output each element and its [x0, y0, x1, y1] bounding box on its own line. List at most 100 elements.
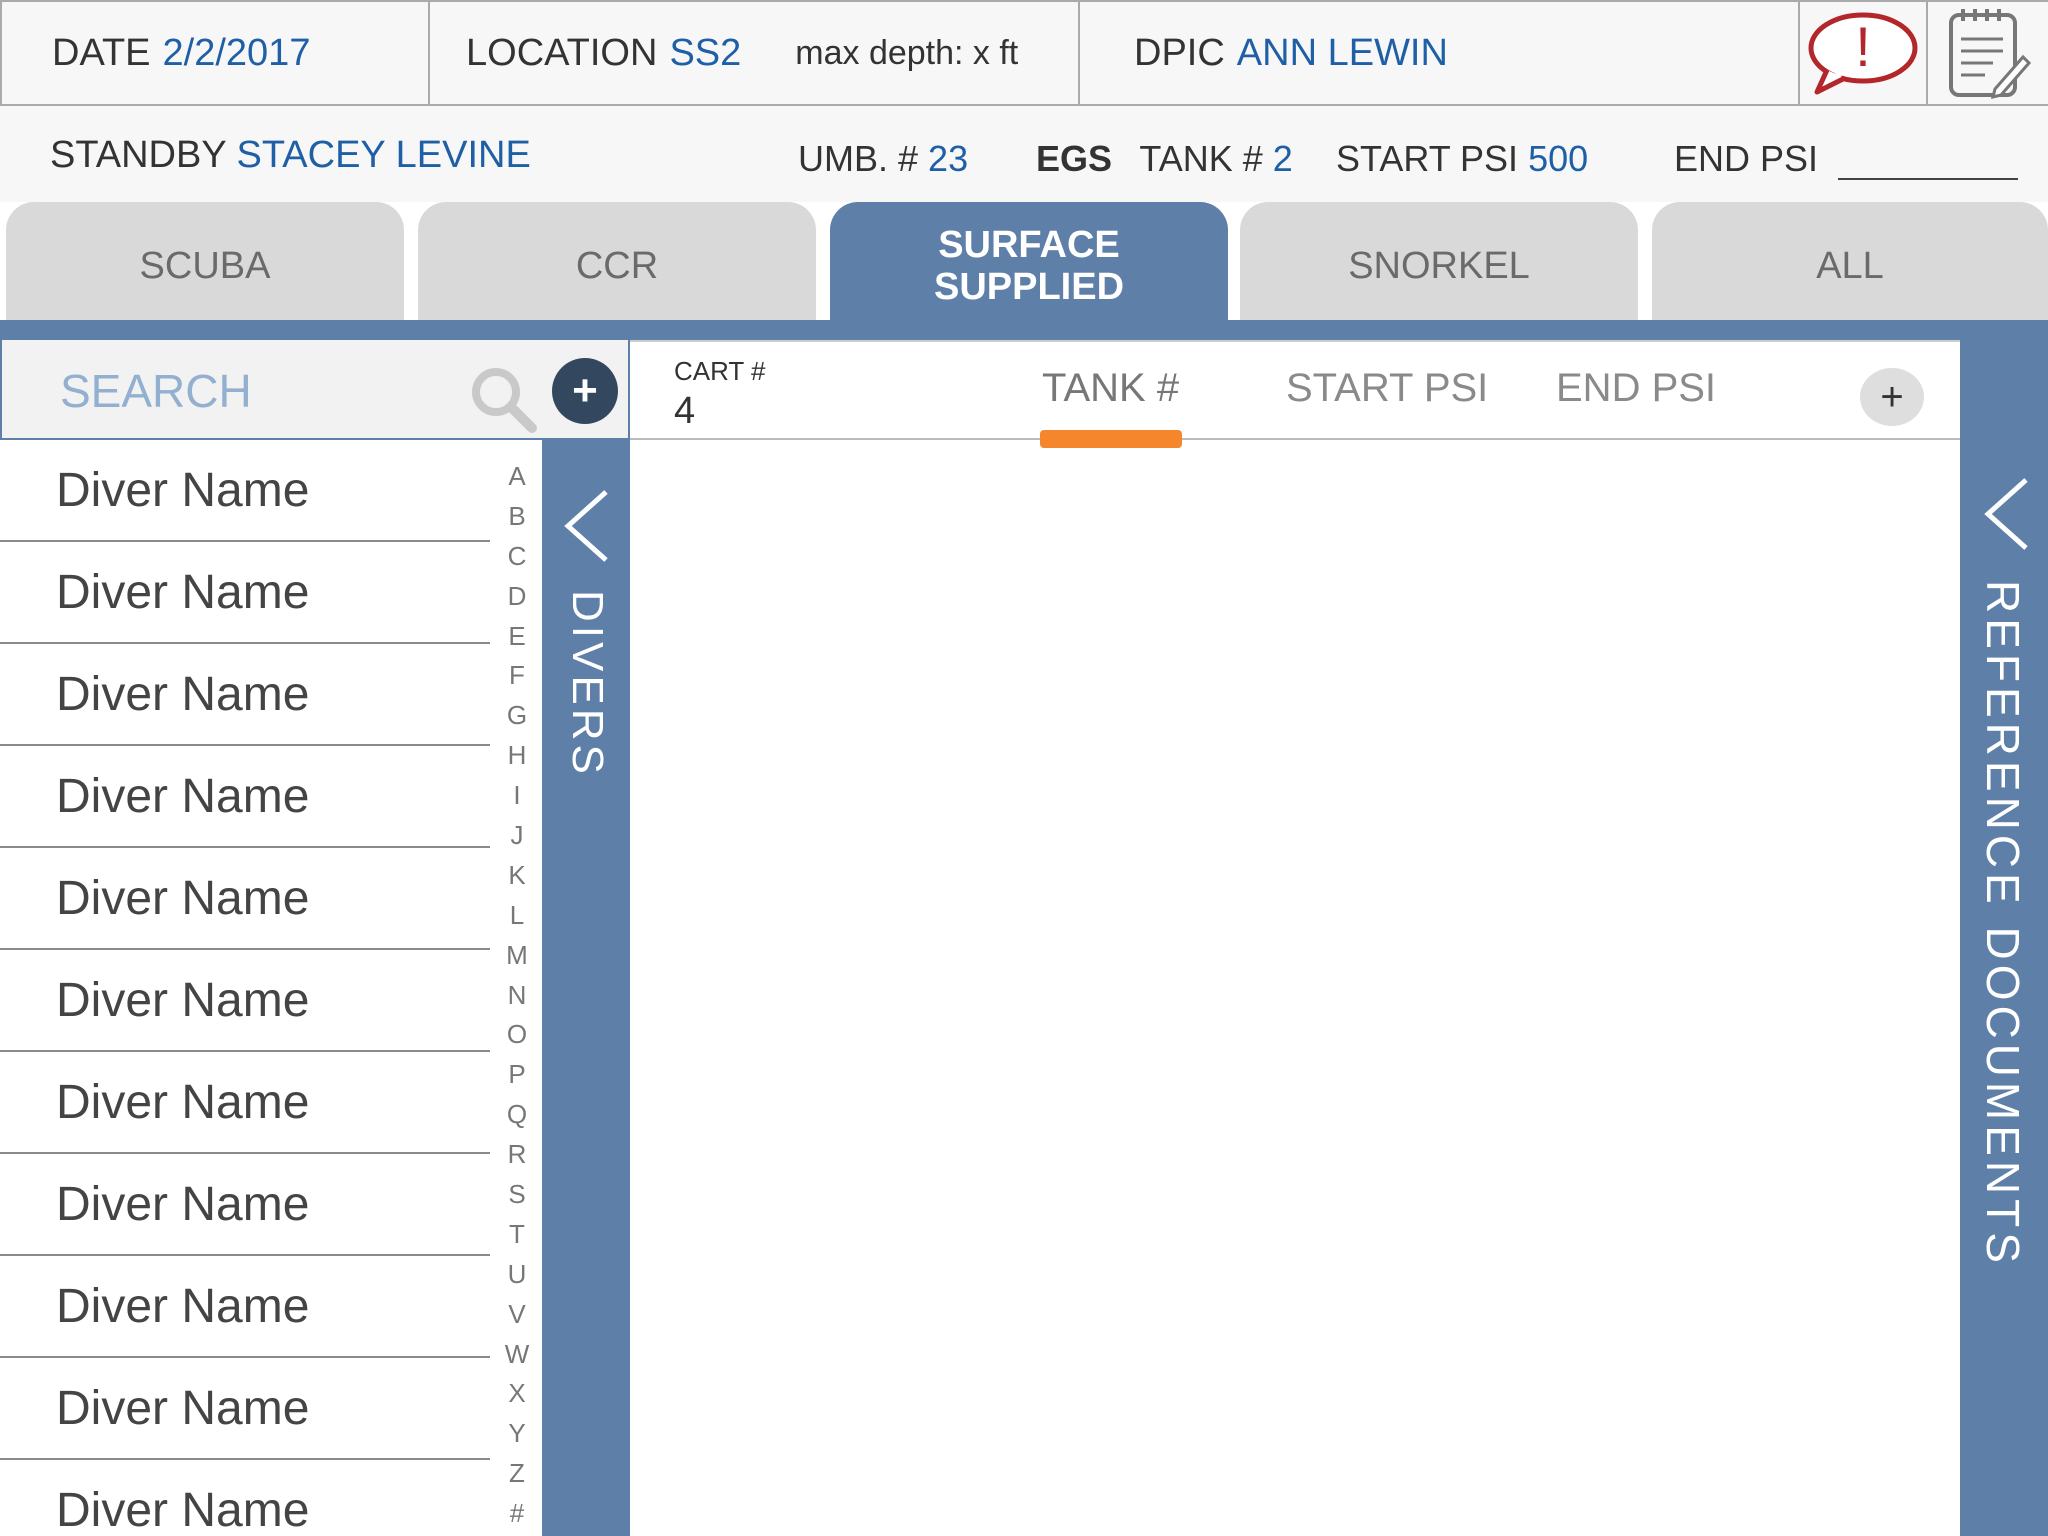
tab-label-line1: SURFACE — [938, 224, 1120, 266]
column-start-psi[interactable]: START PSI — [1286, 366, 1488, 411]
alphabet-letter[interactable]: H — [508, 735, 527, 775]
plus-icon: + — [572, 366, 598, 415]
diver-list-item[interactable]: Diver Name — [0, 848, 490, 950]
tab-label: SNORKEL — [1348, 244, 1530, 287]
add-tank-row-button[interactable]: + — [1860, 368, 1924, 426]
alphabet-letter[interactable]: T — [509, 1214, 525, 1254]
alphabet-letter[interactable]: X — [508, 1373, 525, 1413]
dive-details-row: STANDBY STACEY LEVINE UMB. # 23 EGS TANK… — [0, 106, 2048, 202]
alphabet-letter[interactable]: R — [508, 1134, 527, 1174]
diver-name: Diver Name — [56, 667, 310, 721]
alphabet-letter[interactable]: O — [507, 1014, 527, 1054]
alphabet-letter[interactable]: S — [508, 1174, 525, 1214]
dpic-value[interactable]: ANN LEWIN — [1237, 32, 1448, 75]
notepad-edit-icon — [1949, 9, 2031, 100]
tank-value[interactable]: 2 — [1273, 138, 1293, 179]
egs-label: EGS — [1036, 138, 1113, 179]
date-cell: DATE 2/2/2017 — [0, 2, 430, 104]
dpic-label: DPIC — [1134, 31, 1225, 74]
diver-name: Diver Name — [56, 565, 310, 619]
alphabet-letter[interactable]: C — [508, 536, 527, 576]
alphabet-letter[interactable]: # — [510, 1493, 524, 1533]
divers-panel-label: DIVERS — [563, 590, 612, 778]
standby-label: STANDBY — [50, 134, 226, 176]
notes-button[interactable] — [1928, 2, 2048, 104]
alphabet-letter[interactable]: Q — [507, 1094, 527, 1134]
dive-type-tabs: SCUBA CCR SURFACE SUPPLIED SNORKEL ALL — [0, 202, 2048, 320]
alphabet-letter[interactable]: A — [508, 456, 525, 496]
alphabet-letter[interactable]: U — [508, 1254, 527, 1294]
standby-value[interactable]: STACEY LEVINE — [237, 134, 531, 176]
end-psi-input-line[interactable] — [1838, 148, 2019, 180]
search-input[interactable] — [58, 360, 442, 422]
alphabet-letter[interactable]: F — [509, 655, 525, 695]
tab-ccr[interactable]: CCR — [418, 202, 816, 320]
tab-scuba[interactable]: SCUBA — [6, 202, 404, 320]
diver-name: Diver Name — [56, 1279, 310, 1333]
end-psi-label: END PSI — [1674, 138, 1819, 179]
diver-name: Diver Name — [56, 973, 310, 1027]
tab-all[interactable]: ALL — [1652, 202, 2048, 320]
dpic-cell: DPIC ANN LEWIN — [1080, 2, 1800, 104]
alphabet-letter[interactable]: I — [513, 775, 520, 815]
alphabet-letter[interactable]: P — [508, 1054, 525, 1094]
alphabet-letter[interactable]: E — [508, 616, 525, 656]
alphabet-letter[interactable]: D — [508, 576, 527, 616]
diver-list-item[interactable]: Diver Name — [0, 746, 490, 848]
alphabet-letter[interactable]: K — [508, 855, 525, 895]
umbilical-field: UMB. # 23 — [798, 138, 968, 180]
search-icon[interactable] — [466, 362, 542, 438]
tank-label: TANK # — [1139, 138, 1263, 179]
alphabet-letter[interactable]: G — [507, 695, 527, 735]
add-diver-button[interactable]: + — [552, 358, 618, 424]
chevron-left-icon — [564, 490, 608, 562]
start-psi-value[interactable]: 500 — [1528, 138, 1588, 179]
tab-surface-supplied[interactable]: SURFACE SUPPLIED — [830, 202, 1228, 320]
diver-list-item[interactable]: Diver Name — [0, 1052, 490, 1154]
start-psi-field: START PSI 500 — [1336, 138, 1588, 180]
alphabet-letter[interactable]: M — [506, 935, 528, 975]
alphabet-letter[interactable]: L — [510, 895, 524, 935]
top-info-bar: DATE 2/2/2017 LOCATION SS2 max depth: x … — [0, 0, 2048, 106]
diver-list-item[interactable]: Diver Name — [0, 950, 490, 1052]
start-psi-label: START PSI — [1336, 138, 1519, 179]
diver-name: Diver Name — [56, 769, 310, 823]
diver-list-item[interactable]: Diver Name — [0, 440, 490, 542]
alphabet-letter[interactable]: Y — [508, 1413, 525, 1453]
tab-label-line2: SUPPLIED — [933, 266, 1125, 308]
date-value[interactable]: 2/2/2017 — [163, 32, 311, 75]
location-value[interactable]: SS2 — [669, 32, 741, 75]
column-tank[interactable]: TANK # — [1042, 366, 1179, 411]
end-psi-field: END PSI — [1674, 138, 2019, 180]
reference-documents-label: REFERENCE DOCUMENTS — [1977, 580, 2029, 1268]
column-end-psi[interactable]: END PSI — [1556, 366, 1716, 411]
cart-value[interactable]: 4 — [674, 390, 695, 433]
diver-list-item[interactable]: Diver Name — [0, 1154, 490, 1256]
divers-panel-toggle[interactable]: DIVERS — [542, 440, 630, 1536]
diver-list-item[interactable]: Diver Name — [0, 542, 490, 644]
alphabet-index[interactable]: A B C D E F G H I J K L M N O P Q R S T U V W X Y Z # — [490, 456, 544, 1536]
diver-list-item[interactable]: Diver Name — [0, 1358, 490, 1460]
diver-list-item[interactable]: Diver Name — [0, 1460, 490, 1536]
alphabet-letter[interactable]: J — [511, 815, 524, 855]
location-cell: LOCATION SS2 max depth: x ft — [430, 2, 1080, 104]
reference-documents-toggle[interactable]: REFERENCE DOCUMENTS — [1960, 340, 2048, 1536]
tab-snorkel[interactable]: SNORKEL — [1240, 202, 1638, 320]
diver-name: Diver Name — [56, 1075, 310, 1129]
alert-button[interactable]: ! — [1800, 2, 1928, 104]
location-label: LOCATION — [466, 31, 658, 74]
tab-content-band — [0, 320, 2048, 340]
alphabet-letter[interactable]: W — [505, 1334, 530, 1374]
alphabet-letter[interactable]: N — [508, 975, 527, 1015]
alphabet-letter[interactable]: V — [508, 1294, 525, 1334]
alphabet-letter[interactable]: Z — [509, 1453, 525, 1493]
cart-label: CART # — [674, 356, 766, 386]
active-column-indicator — [1040, 430, 1182, 448]
umb-value[interactable]: 23 — [928, 138, 968, 179]
alphabet-letter[interactable]: B — [508, 496, 525, 536]
diver-list-item[interactable]: Diver Name — [0, 644, 490, 746]
diver-list: Diver Name Diver Name Diver Name Diver Name… — [0, 440, 490, 1536]
diver-list-item[interactable]: Diver Name — [0, 1256, 490, 1358]
diver-name: Diver Name — [56, 871, 310, 925]
umb-label: UMB. # — [798, 138, 919, 179]
